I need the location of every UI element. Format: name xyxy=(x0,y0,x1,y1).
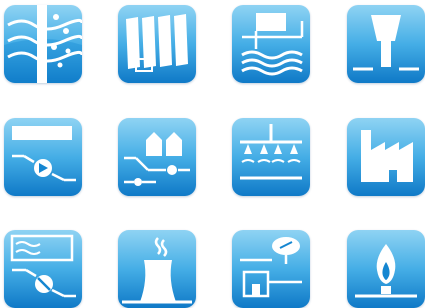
filter-panels-tile[interactable] xyxy=(118,5,196,83)
power-plant-icon xyxy=(118,230,196,308)
tank-heat-pump-tile[interactable] xyxy=(4,230,82,308)
icon-grid xyxy=(0,0,425,308)
sprinkler-icon xyxy=(232,118,310,196)
filter-column-wave-tile[interactable] xyxy=(4,5,82,83)
cooling-tower-icon xyxy=(347,5,425,83)
gas-burner-tile[interactable] xyxy=(347,230,425,308)
filter-panels-icon xyxy=(118,5,196,83)
power-plant-tile[interactable] xyxy=(118,230,196,308)
tank-heat-pump-icon xyxy=(4,230,82,308)
silo-valve-icon xyxy=(118,118,196,196)
valve-building-tile[interactable] xyxy=(232,230,310,308)
filter-column-wave-icon xyxy=(4,5,82,83)
valve-building-icon xyxy=(232,230,310,308)
factory-icon xyxy=(347,118,425,196)
tank-pump-icon xyxy=(4,118,82,196)
factory-tile[interactable] xyxy=(347,118,425,196)
sedimentation-tank-tile[interactable] xyxy=(232,5,310,83)
gas-burner-icon xyxy=(347,230,425,308)
cooling-tower-tile[interactable] xyxy=(347,5,425,83)
tank-pump-tile[interactable] xyxy=(4,118,82,196)
sedimentation-tank-icon xyxy=(232,5,310,83)
sprinkler-tile[interactable] xyxy=(232,118,310,196)
silo-valve-tile[interactable] xyxy=(118,118,196,196)
